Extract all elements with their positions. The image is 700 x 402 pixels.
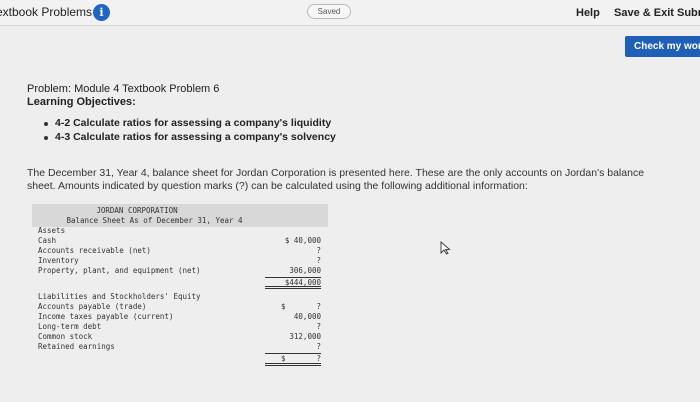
submit-button[interactable]: Subr xyxy=(677,7,700,19)
check-my-work-button[interactable]: Check my work xyxy=(625,36,700,57)
total-assets: $444,000 xyxy=(265,277,321,289)
line-item-amount: $ 40,000 xyxy=(284,236,321,245)
line-item-label: Long-term debt xyxy=(38,322,102,331)
total-liabilities-equity: ? xyxy=(265,353,321,366)
balance-sheet-subtitle: Balance Sheet As of December 31, Year 4 xyxy=(66,216,243,225)
line-item-amount: 40,000 xyxy=(293,312,321,321)
line-item-amount: 306,000 xyxy=(289,266,321,275)
line-item-amount: 312,000 xyxy=(289,332,321,341)
balance-sheet: JORDAN CORPORATION Balance Sheet As of D… xyxy=(32,204,330,374)
line-item-label: Inventory xyxy=(38,256,79,265)
info-icon[interactable]: i xyxy=(93,4,110,21)
balance-sheet-header: JORDAN CORPORATION Balance Sheet As of D… xyxy=(32,204,328,227)
mouse-cursor-icon xyxy=(440,241,451,255)
line-item-amount: ? xyxy=(316,302,321,311)
problem-title: Problem: Module 4 Textbook Problem 6 xyxy=(27,83,220,95)
save-exit-button[interactable]: Save & Exit xyxy=(614,7,674,19)
line-item-label: Property, plant, and equipment (net) xyxy=(38,266,201,275)
objective-item: 4-2 Calculate ratios for assessing a com… xyxy=(44,117,336,129)
line-item-amount: ? xyxy=(316,256,321,265)
objective-item: 4-3 Calculate ratios for assessing a com… xyxy=(44,131,336,143)
line-item-amount: ? xyxy=(316,246,321,255)
help-link[interactable]: Help xyxy=(576,7,600,19)
app-title: extbook Problems xyxy=(0,5,93,19)
line-item-label: Accounts payable (trade) xyxy=(38,302,147,311)
liabilities-heading: Liabilities and Stockholders' Equity xyxy=(38,292,201,301)
line-item-label: Retained earnings xyxy=(38,342,115,351)
line-item-label: Accounts receivable (net) xyxy=(38,246,151,255)
line-item-amount: ? xyxy=(316,342,321,351)
saved-status: Saved xyxy=(307,4,351,19)
line-item-amount: ? xyxy=(316,322,321,331)
line-item-label: Common stock xyxy=(38,332,93,341)
problem-intro: The December 31, Year 4, balance sheet f… xyxy=(27,167,645,192)
assets-heading: Assets xyxy=(38,226,66,235)
line-item-label: Cash xyxy=(38,236,57,245)
corporation-name: JORDAN CORPORATION xyxy=(96,206,178,215)
top-bar: extbook Problems i Saved Help Save & Exi… xyxy=(0,0,700,26)
objectives-list: 4-2 Calculate ratios for assessing a com… xyxy=(44,117,336,145)
line-item-label: Income taxes payable (current) xyxy=(38,312,174,321)
learning-objectives-label: Learning Objectives: xyxy=(27,96,136,108)
